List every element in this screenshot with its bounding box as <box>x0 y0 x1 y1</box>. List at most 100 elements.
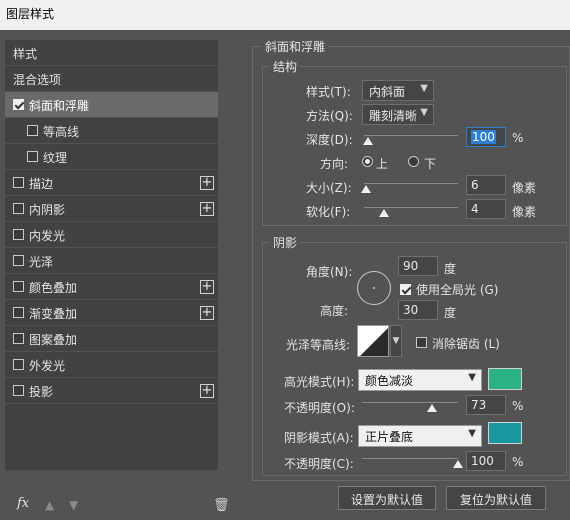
shadow-opacity-unit: % <box>512 455 524 469</box>
sidebar-item-stroke[interactable]: 描边 + <box>5 170 218 196</box>
direction-label: 方向: <box>320 157 349 171</box>
chevron-down-icon: ▼ <box>420 83 428 94</box>
window-title: 图层样式 <box>0 0 570 30</box>
shadow-opacity-thumb[interactable] <box>453 460 463 468</box>
soften-label: 软化(F): <box>306 205 351 219</box>
sidebar-item-satin[interactable]: 光泽 <box>5 248 218 274</box>
pattern-overlay-checkbox[interactable] <box>13 333 24 344</box>
sidebar-item-label: 纹理 <box>43 151 68 165</box>
shadow-opacity-track[interactable] <box>362 458 458 459</box>
inner-shadow-checkbox[interactable] <box>13 203 24 214</box>
angle-dial[interactable] <box>357 271 391 305</box>
gradient-overlay-checkbox[interactable] <box>13 307 24 318</box>
angle-label: 角度(N): <box>306 265 353 279</box>
contour-dropdown-button[interactable]: ▼ <box>390 325 402 357</box>
sidebar-item-outer-glow[interactable]: 外发光 <box>5 352 218 378</box>
highlight-mode-value: 颜色减淡 <box>365 374 414 388</box>
soften-slider-thumb[interactable] <box>379 209 389 217</box>
direction-down-radio[interactable] <box>408 156 419 167</box>
bevel-emboss-checkbox[interactable] <box>13 99 24 110</box>
highlight-opacity-track[interactable] <box>362 402 458 403</box>
chevron-down-icon: ▼ <box>468 372 476 383</box>
sidebar-item-bevel-emboss[interactable]: 斜面和浮雕 <box>5 92 218 118</box>
angle-dial-center <box>373 287 375 289</box>
altitude-input[interactable]: 30 <box>398 300 438 320</box>
fx-icon[interactable]: fx <box>17 496 29 511</box>
depth-input[interactable]: 100 <box>466 127 506 147</box>
texture-checkbox[interactable] <box>27 151 38 162</box>
angle-input[interactable]: 90 <box>398 256 438 276</box>
sidebar-item-styles[interactable]: 样式 <box>5 40 218 66</box>
soften-value: 4 <box>471 202 479 216</box>
highlight-color-swatch[interactable] <box>488 368 522 390</box>
move-down-icon[interactable]: ▼ <box>69 498 78 512</box>
antialias-checkbox[interactable] <box>416 337 427 348</box>
trash-icon[interactable]: 🗑 <box>213 498 230 513</box>
soften-unit: 像素 <box>512 205 537 219</box>
add-stroke-button[interactable]: + <box>200 176 214 190</box>
direction-up-radio[interactable] <box>362 156 373 167</box>
technique-select[interactable]: 雕刻清晰 ▼ <box>362 104 434 125</box>
gloss-contour-preview[interactable] <box>357 325 389 357</box>
global-light-checkbox[interactable] <box>400 284 411 295</box>
shadow-opacity-input[interactable]: 100 <box>466 451 506 471</box>
shadow-color-swatch[interactable] <box>488 422 522 444</box>
sidebar-item-gradient-overlay[interactable]: 渐变叠加 + <box>5 300 218 326</box>
sidebar-item-label: 外发光 <box>29 359 66 373</box>
shadow-mode-select[interactable]: 正片叠底 ▼ <box>358 425 482 447</box>
contour-curve-icon <box>360 328 388 356</box>
antialias-label: 消除锯齿 (L) <box>432 337 500 351</box>
sidebar-item-pattern-overlay[interactable]: 图案叠加 <box>5 326 218 352</box>
sidebar-item-label: 混合选项 <box>13 73 62 87</box>
size-value: 6 <box>471 178 479 192</box>
sidebar-item-color-overlay[interactable]: 颜色叠加 + <box>5 274 218 300</box>
chevron-down-icon: ▼ <box>392 336 400 346</box>
add-gradient-overlay-button[interactable]: + <box>200 306 214 320</box>
sidebar-item-label: 颜色叠加 <box>29 281 78 295</box>
soften-input[interactable]: 4 <box>466 199 506 219</box>
sidebar-item-inner-glow[interactable]: 内发光 <box>5 222 218 248</box>
sidebar-item-texture[interactable]: 纹理 <box>5 144 218 170</box>
style-label: 样式(T): <box>306 85 351 99</box>
contour-checkbox[interactable] <box>27 125 38 136</box>
highlight-mode-select[interactable]: 颜色减淡 ▼ <box>358 369 482 391</box>
depth-slider-thumb[interactable] <box>363 137 373 145</box>
highlight-opacity-thumb[interactable] <box>427 404 438 412</box>
sidebar-item-blending-options[interactable]: 混合选项 <box>5 66 218 92</box>
size-slider-thumb[interactable] <box>361 185 371 193</box>
sidebar-item-inner-shadow[interactable]: 内阴影 + <box>5 196 218 222</box>
inner-glow-checkbox[interactable] <box>13 229 24 240</box>
highlight-opacity-value: 73 <box>471 398 487 412</box>
size-slider-track[interactable] <box>364 183 458 184</box>
highlight-opacity-label: 不透明度(O): <box>284 401 355 415</box>
chevron-down-icon: ▼ <box>420 107 428 118</box>
style-select-value: 内斜面 <box>369 85 406 99</box>
color-overlay-checkbox[interactable] <box>13 281 24 292</box>
sidebar-item-contour[interactable]: 等高线 <box>5 118 218 144</box>
gloss-contour-label: 光泽等高线: <box>286 338 351 352</box>
section-title: 斜面和浮雕 <box>262 38 329 55</box>
altitude-unit: 度 <box>444 306 457 320</box>
move-up-icon[interactable]: ▲ <box>45 498 54 512</box>
add-drop-shadow-button[interactable]: + <box>200 384 214 398</box>
soften-slider-track[interactable] <box>364 207 458 208</box>
depth-slider-track[interactable] <box>364 135 458 136</box>
add-color-overlay-button[interactable]: + <box>200 280 214 294</box>
chevron-down-icon: ▼ <box>468 428 476 439</box>
make-default-button[interactable]: 设置为默认值 <box>338 486 436 510</box>
add-inner-shadow-button[interactable]: + <box>200 202 214 216</box>
outer-glow-checkbox[interactable] <box>13 359 24 370</box>
sidebar-item-label: 内阴影 <box>29 203 66 217</box>
drop-shadow-checkbox[interactable] <box>13 385 24 396</box>
reset-default-button[interactable]: 复位为默认值 <box>446 486 546 510</box>
satin-checkbox[interactable] <box>13 255 24 266</box>
structure-title: 结构 <box>270 58 301 75</box>
altitude-value: 30 <box>403 303 419 317</box>
stroke-checkbox[interactable] <box>13 177 24 188</box>
sidebar-item-drop-shadow[interactable]: 投影 + <box>5 378 218 404</box>
shadow-mode-label: 阴影模式(A): <box>284 431 354 445</box>
shadow-opacity-label: 不透明度(C): <box>284 457 354 471</box>
highlight-opacity-input[interactable]: 73 <box>466 395 506 415</box>
style-select[interactable]: 内斜面 ▼ <box>362 80 434 101</box>
size-input[interactable]: 6 <box>466 175 506 195</box>
